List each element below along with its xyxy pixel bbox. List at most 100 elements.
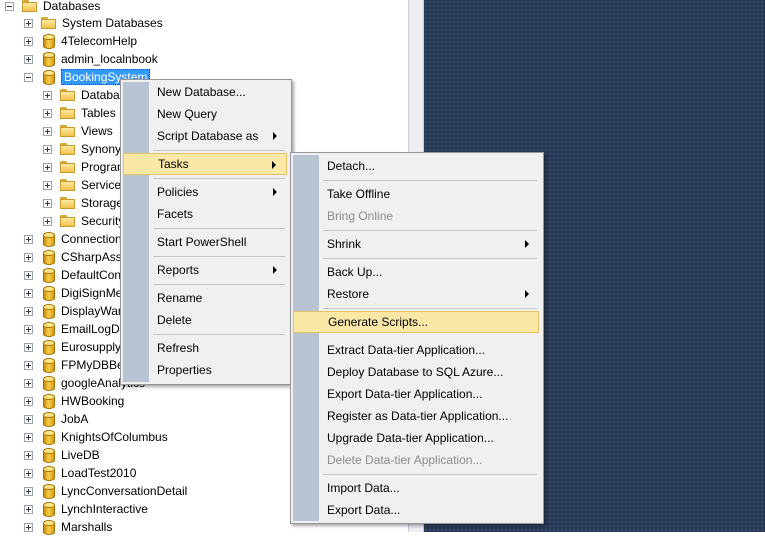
menu-item-shrink[interactable]: Shrink <box>293 233 539 255</box>
expand-icon[interactable] <box>24 342 33 352</box>
expand-icon[interactable] <box>24 288 33 298</box>
menu-item-script-database-as[interactable]: Script Database as <box>123 125 287 147</box>
expand-icon[interactable] <box>24 324 33 334</box>
menu-item-label: Upgrade Data-tier Application... <box>327 431 494 445</box>
tree-node-csharpassi[interactable]: CSharpAssi <box>24 248 124 266</box>
tree-node-marshalls[interactable]: Marshalls <box>24 518 112 536</box>
expand-icon[interactable] <box>24 54 33 64</box>
expand-icon[interactable] <box>24 360 33 370</box>
database-icon <box>43 393 55 409</box>
expand-icon[interactable] <box>43 108 52 118</box>
expand-icon[interactable] <box>24 414 33 424</box>
menu-item-properties[interactable]: Properties <box>123 359 287 381</box>
menu-item-new-query[interactable]: New Query <box>123 103 287 125</box>
menu-separator <box>153 334 285 335</box>
expand-icon[interactable] <box>24 36 33 46</box>
menu-item-refresh[interactable]: Refresh <box>123 337 287 359</box>
tree-node-system-databases[interactable]: System Databases <box>24 14 163 32</box>
menu-item-rename[interactable]: Rename <box>123 287 287 309</box>
tree-node-lyncconversationdetail[interactable]: LyncConversationDetail <box>24 482 187 500</box>
tree-node-progran[interactable]: Progran <box>43 158 124 176</box>
menu-item-bring-online[interactable]: Bring Online <box>293 205 539 227</box>
tree-node-databas[interactable]: Databas <box>43 86 126 104</box>
menu-item-upgrade-data-tier-application[interactable]: Upgrade Data-tier Application... <box>293 427 539 449</box>
menu-item-back-up[interactable]: Back Up... <box>293 261 539 283</box>
expand-icon[interactable] <box>24 486 33 496</box>
expand-icon[interactable] <box>43 162 52 172</box>
expand-icon[interactable] <box>24 468 33 478</box>
menu-item-detach[interactable]: Detach... <box>293 155 539 177</box>
tree-node-synonyi[interactable]: Synonyi <box>43 140 124 158</box>
expand-icon[interactable] <box>43 180 52 190</box>
menu-item-deploy-database-to-sql-azure[interactable]: Deploy Database to SQL Azure... <box>293 361 539 383</box>
menu-item-delete-data-tier-application[interactable]: Delete Data-tier Application... <box>293 449 539 471</box>
menu-item-delete[interactable]: Delete <box>123 309 287 331</box>
menu-item-reports[interactable]: Reports <box>123 259 287 281</box>
tree-node-admin-localnbook[interactable]: admin_localnbook <box>24 50 158 68</box>
expand-icon[interactable] <box>24 18 33 28</box>
folder-icon <box>41 17 57 29</box>
menu-item-import-data[interactable]: Import Data... <box>293 477 539 499</box>
folder-icon <box>60 197 76 209</box>
expand-icon[interactable] <box>24 234 33 244</box>
tree-node-connection[interactable]: Connection <box>24 230 122 248</box>
expand-icon[interactable] <box>24 396 33 406</box>
tree-node-hwbooking[interactable]: HWBooking <box>24 392 124 410</box>
tree-node-eurosupply[interactable]: Eurosupply <box>24 338 121 356</box>
menu-item-label: Back Up... <box>327 265 383 279</box>
tree-node-emaillogde[interactable]: EmailLogDe <box>24 320 126 338</box>
tree-node-storage[interactable]: Storage <box>43 194 123 212</box>
tree-node-loadtest2010[interactable]: LoadTest2010 <box>24 464 136 482</box>
tree-node-views[interactable]: Views <box>43 122 113 140</box>
expand-icon[interactable] <box>24 252 33 262</box>
expand-icon[interactable] <box>24 432 33 442</box>
expand-icon[interactable] <box>43 90 52 100</box>
expand-icon[interactable] <box>24 450 33 460</box>
expand-icon[interactable] <box>43 216 52 226</box>
expand-icon[interactable] <box>24 306 33 316</box>
expand-icon[interactable] <box>43 144 52 154</box>
menu-separator <box>323 474 537 475</box>
tree-node-knightsofcolumbus[interactable]: KnightsOfColumbus <box>24 428 168 446</box>
database-icon <box>43 69 55 85</box>
folder-icon <box>60 125 76 137</box>
tree-node-label: LyncConversationDetail <box>61 484 188 498</box>
tree-node-displaywar[interactable]: DisplayWar <box>24 302 122 320</box>
expand-icon[interactable] <box>43 126 52 136</box>
tree-node-label: 4TelecomHelp <box>61 34 138 48</box>
expand-icon[interactable] <box>24 270 33 280</box>
tree-node-joba[interactable]: JobA <box>24 410 88 428</box>
tree-node-defaultcon[interactable]: DefaultCon <box>24 266 121 284</box>
tree-node-4telecomhelp[interactable]: 4TelecomHelp <box>24 32 137 50</box>
menu-item-facets[interactable]: Facets <box>123 203 287 225</box>
menu-item-export-data[interactable]: Export Data... <box>293 499 539 521</box>
collapse-icon[interactable] <box>24 72 33 82</box>
tree-node-label: Service <box>81 178 122 192</box>
collapse-icon[interactable] <box>5 1 14 11</box>
menu-item-generate-scripts[interactable]: Generate Scripts... <box>293 311 539 333</box>
menu-item-export-data-tier-application[interactable]: Export Data-tier Application... <box>293 383 539 405</box>
tree-node-fpmydbbet[interactable]: FPMyDBBet <box>24 356 127 374</box>
tree-node-label: Storage <box>81 196 124 210</box>
menu-separator <box>323 308 537 309</box>
expand-icon[interactable] <box>24 378 33 388</box>
menu-item-policies[interactable]: Policies <box>123 181 287 203</box>
tree-node-livedb[interactable]: LiveDB <box>24 446 100 464</box>
tree-node-service[interactable]: Service <box>43 176 121 194</box>
menu-item-label: Export Data-tier Application... <box>327 387 483 401</box>
expand-icon[interactable] <box>43 198 52 208</box>
menu-item-extract-data-tier-application[interactable]: Extract Data-tier Application... <box>293 339 539 361</box>
expand-icon[interactable] <box>24 504 33 514</box>
tree-node-digisignme[interactable]: DigiSignMe <box>24 284 122 302</box>
tree-node-lynchinteractive[interactable]: LynchInteractive <box>24 500 148 518</box>
tree-node-tables[interactable]: Tables <box>43 104 116 122</box>
menu-item-take-offline[interactable]: Take Offline <box>293 183 539 205</box>
menu-item-restore[interactable]: Restore <box>293 283 539 305</box>
menu-item-start-powershell[interactable]: Start PowerShell <box>123 231 287 253</box>
tree-node-databases[interactable]: Databases <box>5 0 100 15</box>
menu-item-register-as-data-tier-application[interactable]: Register as Data-tier Application... <box>293 405 539 427</box>
menu-item-new-database[interactable]: New Database... <box>123 81 287 103</box>
expand-icon[interactable] <box>24 522 33 532</box>
tree-node-security[interactable]: Security <box>43 212 124 230</box>
menu-item-tasks[interactable]: Tasks <box>123 153 287 175</box>
